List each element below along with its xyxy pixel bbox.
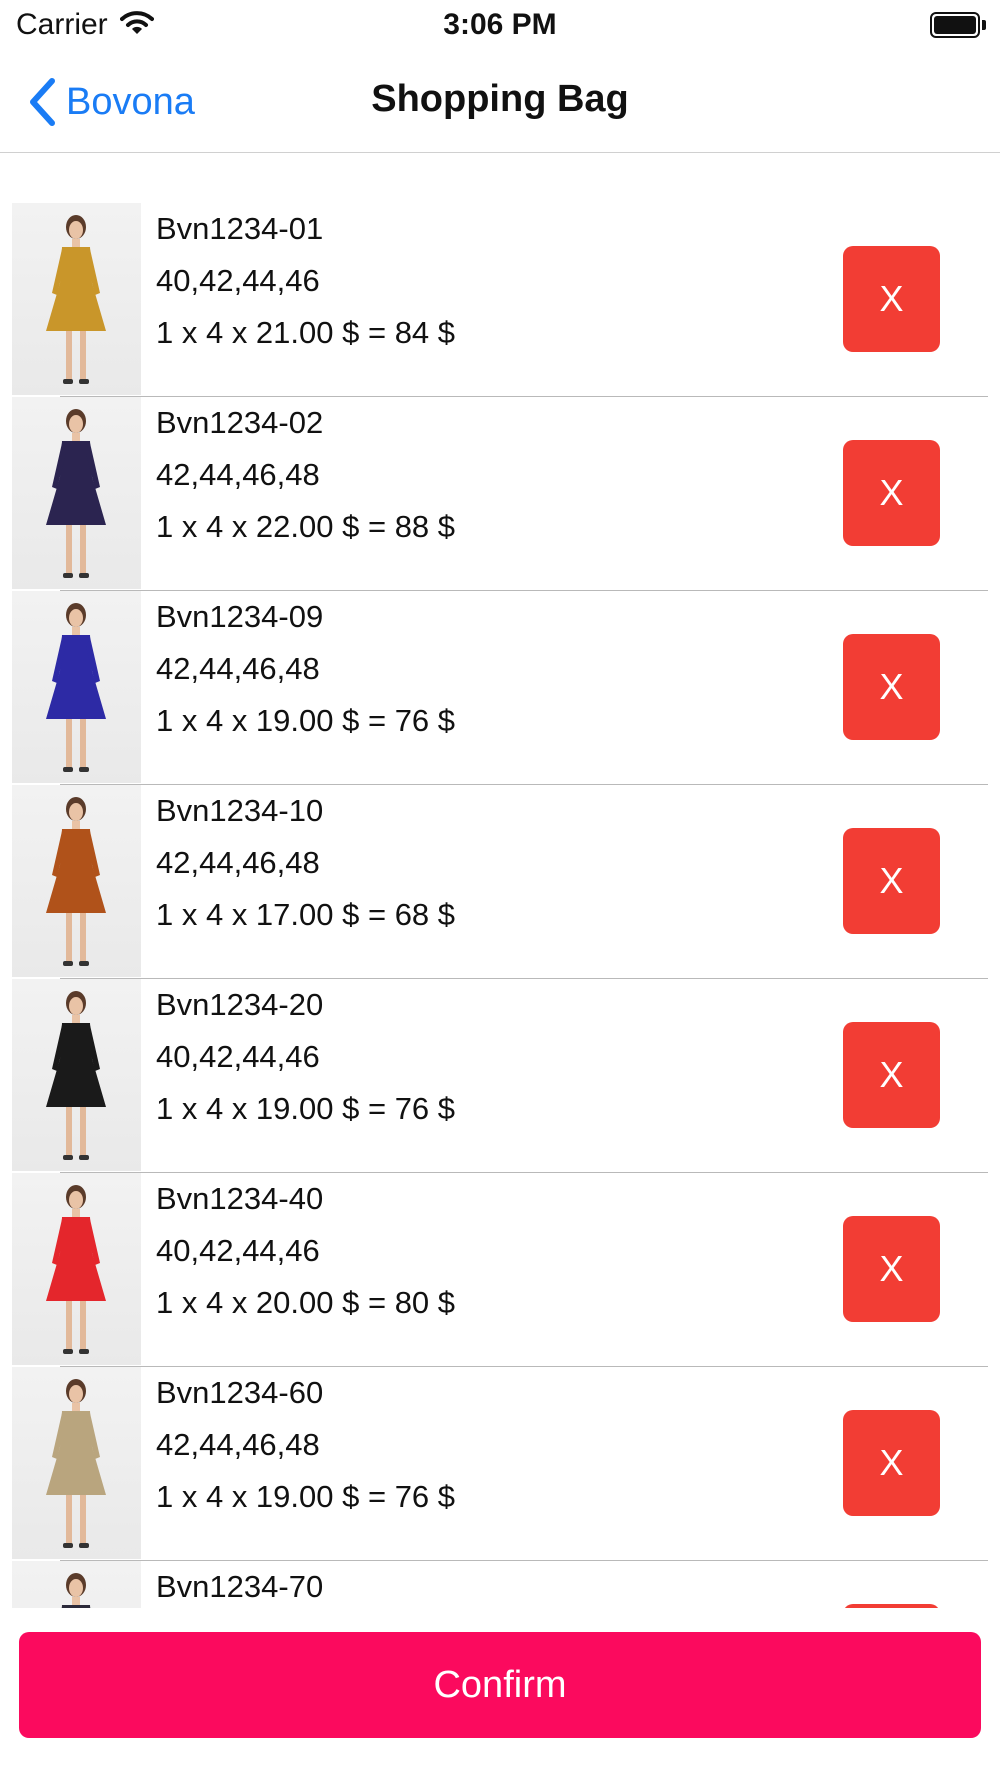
cart-list[interactable]: Bvn1234-01 40,42,44,46 1 x 4 x 21.00 $ =… <box>0 153 1000 1608</box>
product-price-line: 1 x 4 x 17.00 $ = 68 $ <box>156 897 456 932</box>
product-price-line: 1 x 4 x 21.00 $ = 84 $ <box>156 315 456 350</box>
product-image <box>12 979 141 1171</box>
product-image <box>12 1173 141 1365</box>
cart-item[interactable]: Bvn1234-70 X <box>0 1561 1000 1608</box>
product-image <box>12 203 141 395</box>
remove-item-button[interactable]: X <box>843 1022 940 1128</box>
product-price-line: 1 x 4 x 19.00 $ = 76 $ <box>156 1479 456 1514</box>
remove-item-button[interactable]: X <box>843 440 940 546</box>
product-image <box>12 1367 141 1559</box>
product-code: Bvn1234-02 <box>156 405 324 440</box>
product-code: Bvn1234-10 <box>156 793 324 828</box>
cart-item[interactable]: Bvn1234-02 42,44,46,48 1 x 4 x 22.00 $ =… <box>0 397 1000 591</box>
cart-item[interactable]: Bvn1234-10 42,44,46,48 1 x 4 x 17.00 $ =… <box>0 785 1000 979</box>
product-image <box>12 1561 141 1608</box>
cart-item[interactable]: Bvn1234-60 42,44,46,48 1 x 4 x 19.00 $ =… <box>0 1367 1000 1561</box>
product-code: Bvn1234-60 <box>156 1375 324 1410</box>
product-code: Bvn1234-09 <box>156 599 324 634</box>
remove-item-button[interactable]: X <box>843 828 940 934</box>
product-image <box>12 591 141 783</box>
product-code: Bvn1234-20 <box>156 987 324 1022</box>
status-bar: Carrier 3:06 PM <box>0 0 1000 50</box>
cart-item[interactable]: Bvn1234-20 40,42,44,46 1 x 4 x 19.00 $ =… <box>0 979 1000 1173</box>
status-time: 3:06 PM <box>443 8 557 41</box>
product-sizes: 40,42,44,46 <box>156 1039 320 1074</box>
product-image <box>12 397 141 589</box>
product-price-line: 1 x 4 x 19.00 $ = 76 $ <box>156 703 456 738</box>
product-sizes: 42,44,46,48 <box>156 845 320 880</box>
product-sizes: 42,44,46,48 <box>156 651 320 686</box>
remove-item-button[interactable]: X <box>843 246 940 352</box>
cart-item[interactable]: Bvn1234-40 40,42,44,46 1 x 4 x 20.00 $ =… <box>0 1173 1000 1367</box>
product-price-line: 1 x 4 x 19.00 $ = 76 $ <box>156 1091 456 1126</box>
cart-item[interactable]: Bvn1234-09 42,44,46,48 1 x 4 x 19.00 $ =… <box>0 591 1000 785</box>
product-code: Bvn1234-70 <box>156 1569 324 1604</box>
remove-item-button[interactable]: X <box>843 1410 940 1516</box>
remove-item-button[interactable]: X <box>843 1216 940 1322</box>
cart-item[interactable]: Bvn1234-01 40,42,44,46 1 x 4 x 21.00 $ =… <box>0 203 1000 397</box>
product-price-line: 1 x 4 x 22.00 $ = 88 $ <box>156 509 456 544</box>
remove-item-button[interactable]: X <box>843 1604 940 1608</box>
confirm-button[interactable]: Confirm <box>19 1632 981 1738</box>
remove-item-button[interactable]: X <box>843 634 940 740</box>
product-sizes: 40,42,44,46 <box>156 263 320 298</box>
battery-icon <box>930 12 986 38</box>
product-image <box>12 785 141 977</box>
navigation-bar: Bovona Shopping Bag <box>0 50 1000 153</box>
product-sizes: 42,44,46,48 <box>156 457 320 492</box>
product-sizes: 40,42,44,46 <box>156 1233 320 1268</box>
product-code: Bvn1234-01 <box>156 211 324 246</box>
product-sizes: 42,44,46,48 <box>156 1427 320 1462</box>
page-title: Shopping Bag <box>371 78 629 120</box>
product-price-line: 1 x 4 x 20.00 $ = 80 $ <box>156 1285 456 1320</box>
product-code: Bvn1234-40 <box>156 1181 324 1216</box>
